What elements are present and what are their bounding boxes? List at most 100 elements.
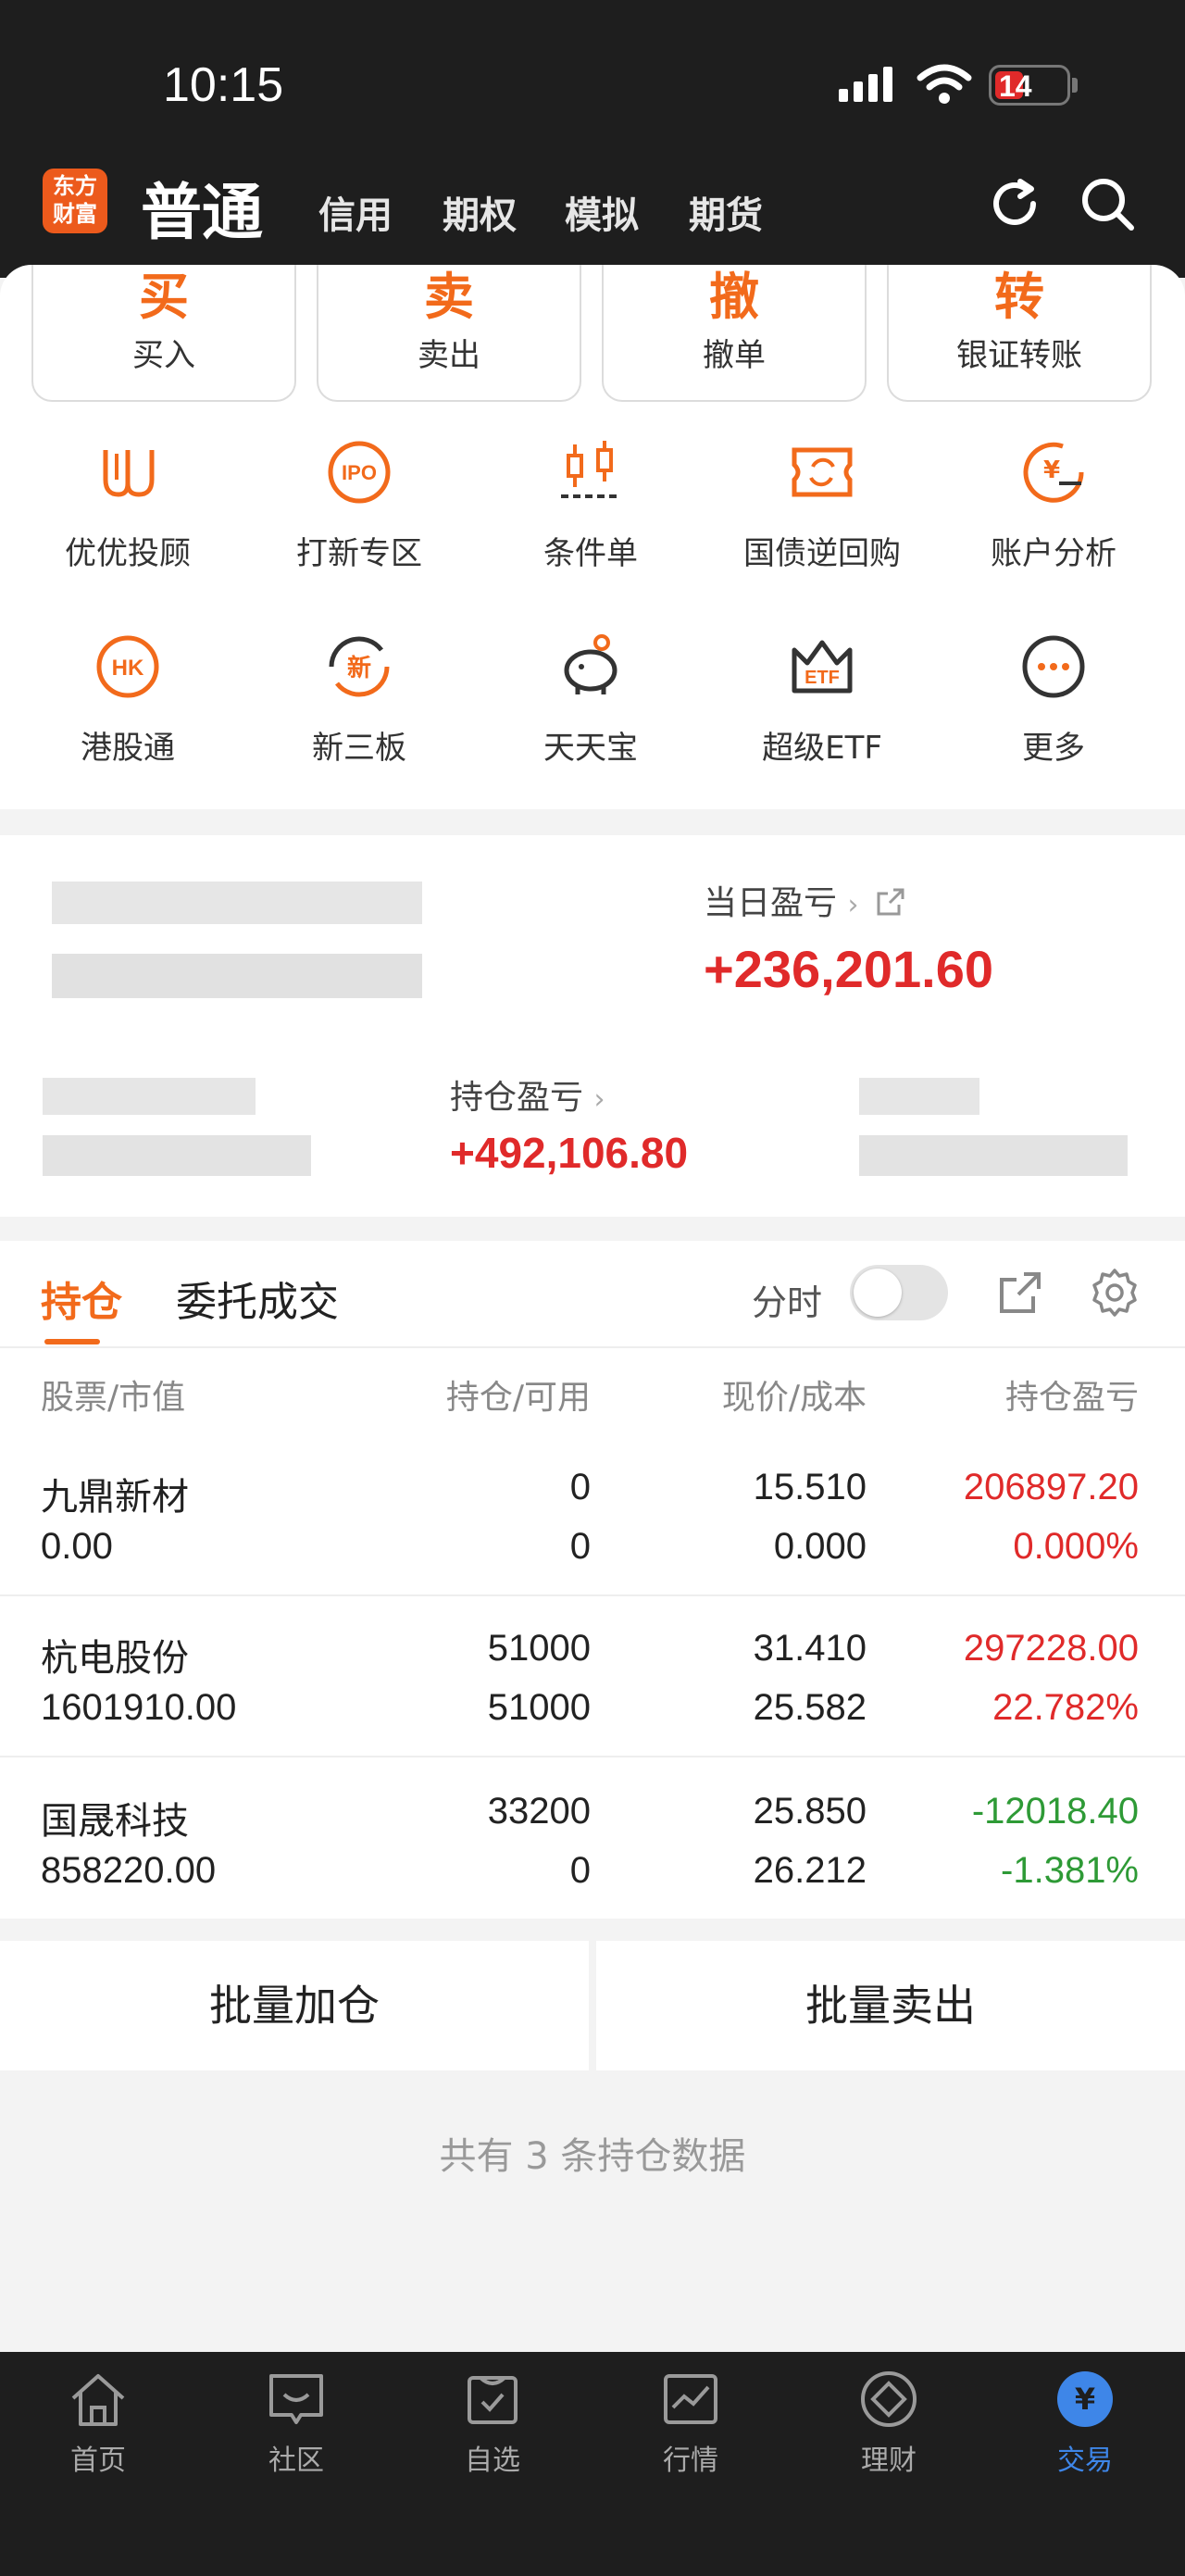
feature-label: 新三板 [312,730,406,767]
cancel-glyph: 撤 [709,268,759,326]
feature-more[interactable]: 更多 [942,630,1165,768]
redacted-available-label [859,1078,979,1115]
batch-add-button[interactable]: 批量加仓 [0,1941,589,2070]
feature-label: 账户分析 [991,535,1116,572]
batch-sell-button[interactable]: 批量卖出 [596,1941,1185,2070]
position-pl-pct: 0.000% [1013,1526,1139,1567]
new-board-icon: 新 [329,636,390,697]
market-icon [664,2374,717,2424]
stock-name: 杭电股份 [41,1637,189,1680]
position-pl: 297228.00 [963,1628,1139,1669]
buy-label: 买入 [132,337,195,374]
nav-community[interactable]: 社区 [222,2367,370,2478]
position-pl-label[interactable]: 持仓盈亏 › [450,1070,605,1119]
svg-text:ETF: ETF [805,668,840,688]
current-price: 31.410 [753,1628,867,1669]
feature-label: 超级ETF [762,730,882,767]
nav-watchlist[interactable]: 自选 [418,2367,567,2478]
col-hold-avail: 持仓/可用 [445,1379,591,1417]
daily-pl-label[interactable]: 当日盈亏 › [704,876,906,924]
settings-gear-icon[interactable] [1089,1267,1141,1319]
app-logo[interactable]: 东方 财富 [43,169,107,233]
feature-ipo[interactable]: IPO 打新专区 [248,435,470,573]
status-time: 10:15 [163,58,284,112]
search-icon[interactable] [1078,174,1137,233]
nav-wealth[interactable]: 理财 [815,2367,963,2478]
position-pl-pct: -1.381% [1001,1850,1139,1891]
feature-new-third-board[interactable]: 新 新三板 [248,630,470,768]
more-icon [1022,635,1085,698]
sell-button[interactable]: 卖 卖出 [317,265,581,402]
cellular-signal-icon [839,67,898,102]
community-icon [269,2374,323,2424]
col-stock-mv: 股票/市值 [41,1379,186,1417]
position-pl-pct: 22.782% [992,1687,1139,1728]
buy-button[interactable]: 买 买入 [31,265,296,402]
feature-account-analysis[interactable]: ¥ 账户分析 [942,435,1165,573]
daily-pl-value: +236,201.60 [704,940,993,998]
cancel-label: 撤单 [703,337,766,374]
nav-label: 理财 [861,2445,917,2477]
position-pl: -12018.40 [971,1791,1139,1832]
chevron-right-icon: › [593,1083,605,1116]
feature-hk-connect[interactable]: HK 港股通 [17,630,239,768]
tab-credit[interactable]: 信用 [318,185,393,239]
position-pl-text: 持仓盈亏 [450,1079,584,1117]
logo-line-2: 财富 [53,200,97,227]
position-pl-value: +492,106.80 [450,1129,689,1177]
svg-text:HK: HK [112,656,144,681]
tab-normal[interactable]: 普通 [141,163,263,252]
tab-futures[interactable]: 期货 [689,185,763,239]
sell-label: 卖出 [418,337,480,374]
hk-icon: HK [96,635,159,698]
feature-uu-advisor[interactable]: 优优投顾 [17,435,239,573]
bottom-nav [0,2352,1185,2576]
logo-line-1: 东方 [53,172,97,199]
nav-trade[interactable]: ¥ 交易 [1011,2367,1159,2478]
tab-options[interactable]: 期权 [443,185,517,239]
tab-simulation[interactable]: 模拟 [565,185,639,239]
holdings-count-summary: 共有 3 条持仓数据 [439,2135,746,2178]
col-price-cost: 现价/成本 [721,1379,867,1417]
transfer-label: 银证转账 [956,337,1082,374]
svg-text:IPO: IPO [342,461,377,484]
feature-tiantianbao[interactable]: 天天宝 [480,630,702,768]
nav-label: 社区 [268,2445,324,2477]
nav-home[interactable]: 首页 [24,2367,172,2478]
avail-qty: 0 [569,1526,591,1567]
nav-market[interactable]: 行情 [617,2367,765,2478]
svg-text:¥: ¥ [1043,456,1060,484]
redacted-market-label [43,1078,256,1115]
market-value: 858220.00 [41,1850,217,1891]
tab-orders-trades[interactable]: 委托成交 [176,1269,339,1328]
bank-transfer-button[interactable]: 转 银证转账 [887,265,1152,402]
tab-positions[interactable]: 持仓 [41,1269,122,1328]
nav-label: 首页 [70,2445,126,2477]
repo-icon [792,447,853,497]
export-icon[interactable] [996,1269,1044,1317]
feature-super-etf[interactable]: ETF 超级ETF [711,630,933,768]
current-price: 25.850 [753,1791,867,1832]
redacted-total-label [52,882,422,924]
redacted-market-value [43,1135,311,1176]
home-icon [71,2374,125,2426]
feature-label: 打新专区 [296,535,422,572]
divider [0,1346,1185,1348]
yuan-chart-icon: ¥ [1023,442,1084,503]
redacted-available-value [859,1135,1128,1176]
feature-conditional-order[interactable]: 条件单 [480,435,702,573]
feature-treasury-repo[interactable]: 国债逆回购 [711,435,933,573]
etf-crown-icon: ETF [792,640,853,694]
refresh-icon[interactable] [985,174,1044,233]
wifi-icon [917,64,972,104]
uu-advisor-icon [103,450,155,497]
intraday-toggle[interactable] [850,1265,948,1320]
cost-price: 26.212 [753,1850,867,1891]
candlestick-icon [561,441,620,498]
intraday-label: 分时 [752,1282,823,1323]
avail-qty: 51000 [487,1687,591,1728]
share-icon[interactable] [875,886,906,918]
cancel-order-button[interactable]: 撤 撤单 [602,265,867,402]
current-price: 15.510 [753,1467,867,1507]
nav-label: 行情 [663,2445,718,2477]
